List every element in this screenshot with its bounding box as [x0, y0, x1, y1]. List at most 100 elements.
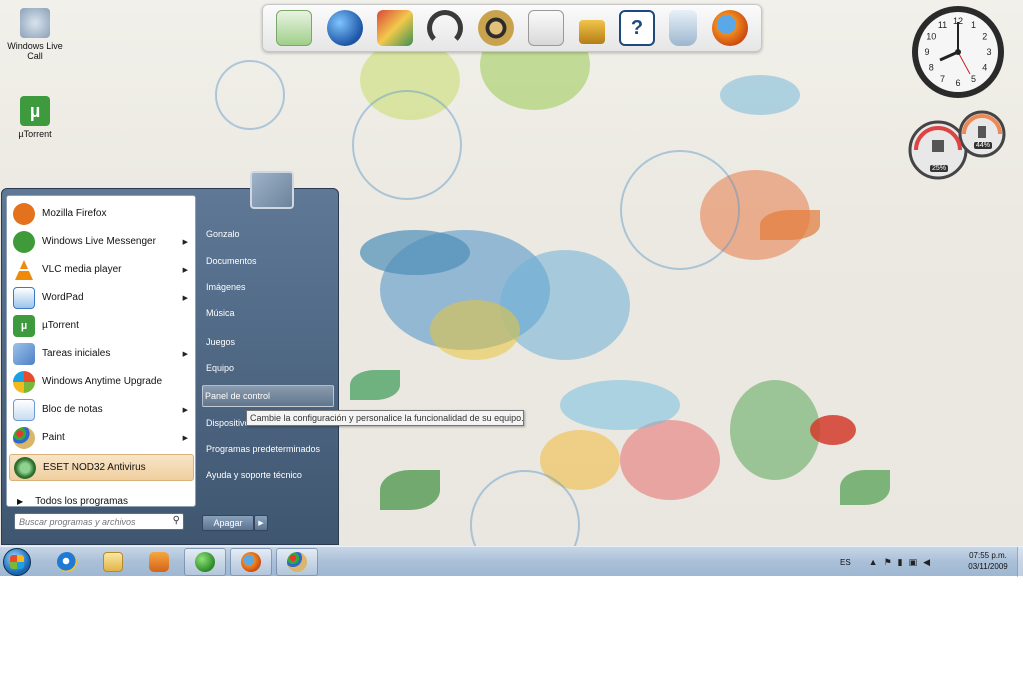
help-icon[interactable]: ?	[618, 10, 655, 46]
shutdown-options-button[interactable]: ▶	[254, 515, 268, 531]
paint-icon	[287, 552, 307, 572]
start-link-programas-predeterminados[interactable]: Programas predeterminados	[206, 438, 334, 460]
clock-number: 6	[955, 78, 960, 88]
memory-percent: 44%	[974, 142, 993, 149]
notepad-icon	[13, 398, 35, 421]
start-link-panel-de-control[interactable]: Panel de control	[202, 385, 334, 407]
volume-icon[interactable]: ◀	[923, 557, 930, 568]
system-tray: ES ▲ ⚑ ▮ ▣ ◀ 07:55 p.m. 03/11/2009	[838, 547, 1023, 577]
start-button[interactable]	[3, 548, 31, 576]
messenger-icon	[195, 552, 215, 572]
wallpaper-leaf	[840, 470, 890, 505]
start-item-label: ESET NOD32 Antivirus	[43, 462, 146, 473]
start-item-vlc-media-player[interactable]: VLC media player ▶	[9, 256, 194, 283]
start-item-label: Bloc de notas	[42, 404, 103, 415]
clock-number: 5	[971, 74, 976, 84]
wallpaper-swirl	[215, 60, 285, 130]
start-item-label: Paint	[42, 432, 65, 443]
submenu-arrow-icon: ▶	[182, 238, 188, 246]
taskbar: ES ▲ ⚑ ▮ ▣ ◀ 07:55 p.m. 03/11/2009	[0, 546, 1023, 577]
wallpaper-swirl	[352, 90, 462, 200]
start-item-label: µTorrent	[42, 320, 79, 331]
taskbar-time: 07:55 p.m.	[969, 551, 1007, 560]
start-item-label: Mozilla Firefox	[42, 208, 107, 219]
start-search-input[interactable]	[15, 514, 165, 529]
globe-icon[interactable]	[326, 10, 363, 46]
search-icon[interactable]: ⚲	[173, 515, 180, 526]
clock-gadget[interactable]: 12 1234567891011	[910, 4, 1006, 100]
control-panel-tooltip: Cambie la configuración y personalice la…	[246, 410, 524, 426]
start-menu-programs-pane: Mozilla Firefox Windows Live Messenger ▶…	[6, 195, 196, 507]
start-link-documentos[interactable]: Documentos	[206, 250, 334, 272]
padlock-icon[interactable]	[578, 20, 605, 44]
taskbar-media-player[interactable]	[138, 548, 180, 576]
language-indicator[interactable]: ES	[840, 558, 851, 567]
wallpaper-leaf	[350, 370, 400, 400]
flag-icon[interactable]: ⚑	[884, 557, 892, 568]
wallpaper-flower	[730, 380, 820, 480]
start-item-wordpad[interactable]: WordPad ▶	[9, 284, 194, 311]
start-item-mozilla-firefox[interactable]: Mozilla Firefox	[9, 200, 194, 227]
headphones-icon[interactable]	[427, 10, 464, 46]
clock-number: 2	[982, 32, 987, 42]
desktop-icon-windows-live-call[interactable]: Windows Live Call	[3, 8, 67, 61]
start-link-musica[interactable]: Música	[206, 302, 334, 324]
wallpaper-leaf	[760, 210, 820, 240]
mail-icon[interactable]	[276, 10, 313, 46]
notepad-icon[interactable]	[528, 10, 565, 46]
desktop-icon-utorrent[interactable]: µ µTorrent	[3, 96, 67, 139]
start-search-box[interactable]: ⚲	[14, 513, 184, 530]
taskbar-windows-explorer[interactable]	[92, 548, 134, 576]
shutdown-button[interactable]: Apagar	[202, 515, 254, 531]
rocket-dock: ?	[262, 4, 762, 52]
start-item-windows-anytime-upgrade[interactable]: Windows Anytime Upgrade	[9, 368, 194, 395]
start-link-imagenes[interactable]: Imágenes	[206, 276, 334, 298]
taskbar-internet-explorer[interactable]	[46, 548, 88, 576]
getting-started-icon	[13, 342, 35, 365]
wallpaper-swirl	[620, 150, 740, 270]
clock-number: 7	[940, 74, 945, 84]
desktop-icon-label: Windows Live Call	[7, 41, 63, 61]
wallpaper-flower	[500, 250, 630, 360]
start-item-utorrent[interactable]: µ µTorrent	[9, 312, 194, 339]
firefox-icon	[13, 202, 35, 225]
film-reel-icon[interactable]	[477, 10, 514, 46]
show-desktop-button[interactable]	[1017, 547, 1023, 577]
submenu-arrow-icon: ▶	[182, 406, 188, 414]
submenu-arrow-icon: ▶	[182, 350, 188, 358]
messenger-icon	[13, 230, 35, 253]
start-item-eset-nod32[interactable]: ESET NOD32 Antivirus	[9, 454, 194, 481]
network-icon[interactable]: ▣	[909, 557, 918, 568]
taskbar-date: 03/11/2009	[968, 562, 1008, 571]
start-item-bloc-de-notas[interactable]: Bloc de notas ▶	[9, 396, 194, 423]
start-item-label: Tareas iniciales	[42, 348, 111, 359]
taskbar-firefox[interactable]	[230, 548, 272, 576]
wordpad-icon	[13, 286, 35, 309]
start-item-paint[interactable]: Paint ▶	[9, 424, 194, 451]
start-link-juegos[interactable]: Juegos	[206, 331, 334, 353]
start-item-label: Windows Anytime Upgrade	[42, 376, 163, 387]
all-programs-button[interactable]: ▶ Todos los programas	[9, 492, 194, 510]
arrow-right-icon: ▶	[17, 496, 24, 506]
user-picture[interactable]	[250, 171, 294, 209]
submenu-arrow-icon: ▶	[182, 266, 188, 274]
photo-icon[interactable]	[376, 10, 413, 46]
start-link-user-folder[interactable]: Gonzalo	[206, 223, 334, 245]
taskbar-messenger[interactable]	[184, 548, 226, 576]
device-icon[interactable]: ▮	[898, 557, 903, 568]
desktop-icon-label: µTorrent	[18, 129, 52, 139]
taskbar-paint[interactable]	[276, 548, 318, 576]
start-link-equipo[interactable]: Equipo	[206, 357, 334, 379]
recycle-bin-icon[interactable]	[669, 10, 698, 46]
start-item-tareas-iniciales[interactable]: Tareas iniciales ▶	[9, 340, 194, 367]
folder-icon	[103, 552, 123, 572]
start-link-ayuda-y-soporte[interactable]: Ayuda y soporte técnico	[206, 464, 334, 486]
firefox-icon[interactable]	[711, 10, 748, 46]
start-item-windows-live-messenger[interactable]: Windows Live Messenger ▶	[9, 228, 194, 255]
show-hidden-icons-icon[interactable]: ▲	[869, 557, 878, 567]
taskbar-clock[interactable]: 07:55 p.m. 03/11/2009	[958, 550, 1018, 572]
cpu-meter-gadget[interactable]: 25% 44%	[908, 110, 1008, 184]
hummingbird-icon	[720, 75, 800, 115]
wallpaper-flower	[560, 380, 680, 430]
wallpaper-flower	[430, 300, 520, 360]
